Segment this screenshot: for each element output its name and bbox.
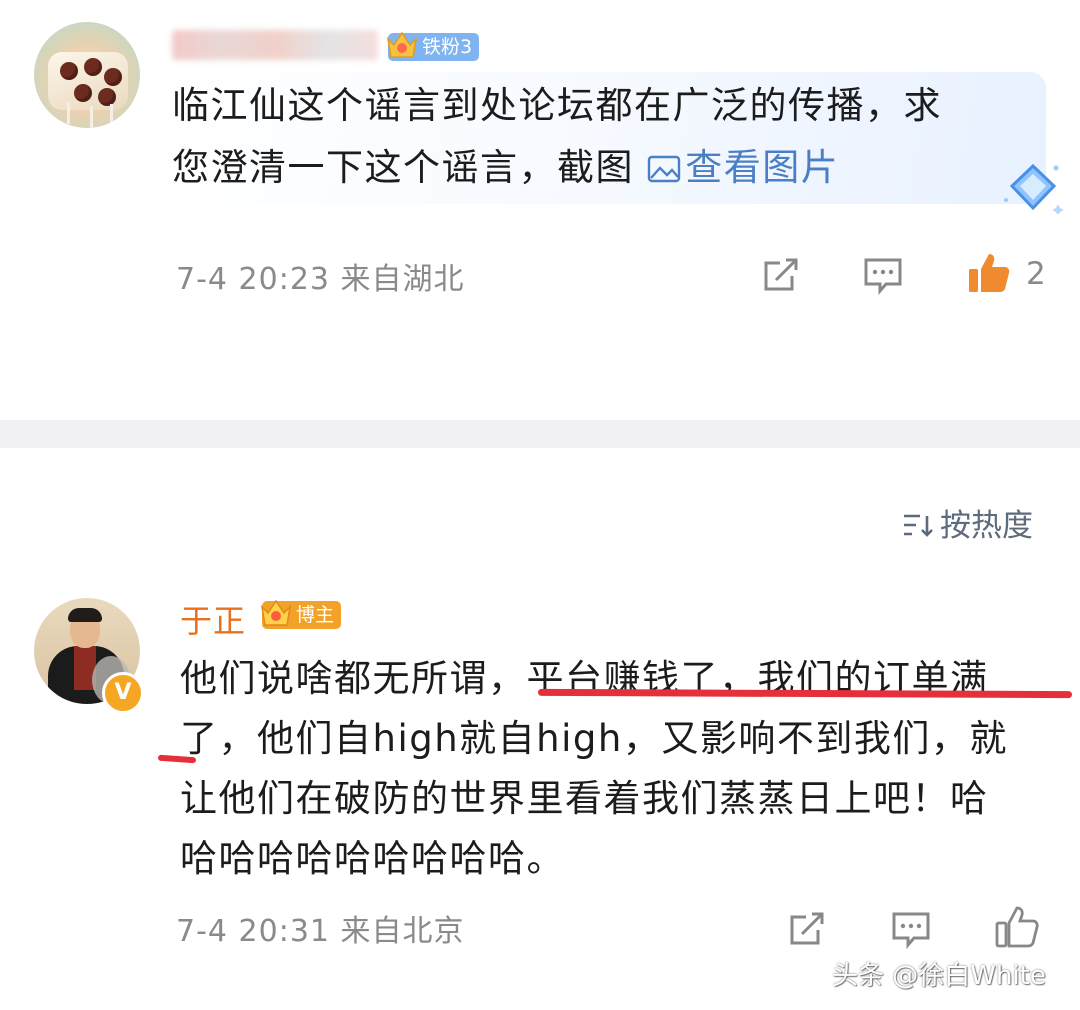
avatar-image xyxy=(98,88,116,106)
avatar-image xyxy=(110,104,113,126)
crown-icon xyxy=(386,31,418,58)
fan-level-badge[interactable]: 铁粉3 xyxy=(386,31,480,61)
commenter-avatar[interactable] xyxy=(34,22,140,128)
comment-text: 他们说啥都无所谓， xyxy=(180,657,527,700)
comment-time: 7-4 20:23 xyxy=(176,262,330,297)
comment-meta: 7-4 20:31 来自北京 xyxy=(176,906,465,950)
comment-text-line: 您澄清一下这个谣言，截图 查看图片 xyxy=(172,137,839,199)
comment-icon[interactable] xyxy=(890,908,932,950)
blogger-username[interactable]: 于正 xyxy=(180,596,246,642)
blogger-badge-label: 博主 xyxy=(296,604,335,626)
blurred-username[interactable] xyxy=(172,30,378,60)
comment-time: 7-4 20:31 xyxy=(176,914,330,949)
avatar-image xyxy=(90,106,93,128)
section-divider xyxy=(0,420,1080,448)
sort-by-heat-button[interactable]: 按热度 xyxy=(902,500,1033,545)
comment-meta: 7-4 20:23 来自湖北 xyxy=(176,254,465,298)
like-icon-active[interactable] xyxy=(966,250,1012,296)
comment-text-line: 临江仙这个谣言到处论坛都在广泛的传播，求 xyxy=(172,84,942,127)
like-count: 2 xyxy=(1026,256,1046,292)
like-icon[interactable] xyxy=(994,904,1040,950)
comment-text-line: 让他们在破防的世界里看着我们蒸蒸日上吧！哈 xyxy=(180,777,989,820)
source-watermark: 头条 @徐白White xyxy=(832,961,1046,991)
comment-text: 您澄清一下这个谣言，截图 xyxy=(172,146,634,189)
avatar-image xyxy=(74,84,92,102)
fan-level-label: 铁粉3 xyxy=(422,36,473,58)
sort-label: 按热度 xyxy=(940,508,1033,544)
avatar-image xyxy=(60,62,78,80)
sort-icon xyxy=(904,514,933,537)
comment-text-line: 了，他们自high就自high，又影响不到我们，就 xyxy=(180,717,1008,760)
comment-location: 来自北京 xyxy=(340,914,465,949)
comment-location: 来自湖北 xyxy=(340,262,465,297)
image-icon xyxy=(648,155,681,183)
comment-icon[interactable] xyxy=(862,254,904,296)
share-icon[interactable] xyxy=(786,908,828,950)
avatar-image xyxy=(104,68,122,86)
share-icon[interactable] xyxy=(760,254,802,296)
comment-text-line: 他们说啥都无所谓，平台赚钱了，我们的订单满 xyxy=(180,648,989,710)
comment-text-line: 哈哈哈哈哈哈哈哈哈。 xyxy=(180,837,565,880)
red-underline-annotation xyxy=(157,754,197,764)
blogger-badge[interactable]: 博主 xyxy=(260,599,342,629)
avatar-image xyxy=(68,608,102,622)
avatar-image xyxy=(67,102,70,124)
view-image-link[interactable]: 查看图片 xyxy=(647,146,839,189)
avatar-image xyxy=(84,58,102,76)
diamond-decoration-icon xyxy=(1004,163,1064,214)
view-image-label: 查看图片 xyxy=(685,146,840,189)
verified-badge: V xyxy=(102,672,144,714)
crown-icon xyxy=(260,599,292,626)
